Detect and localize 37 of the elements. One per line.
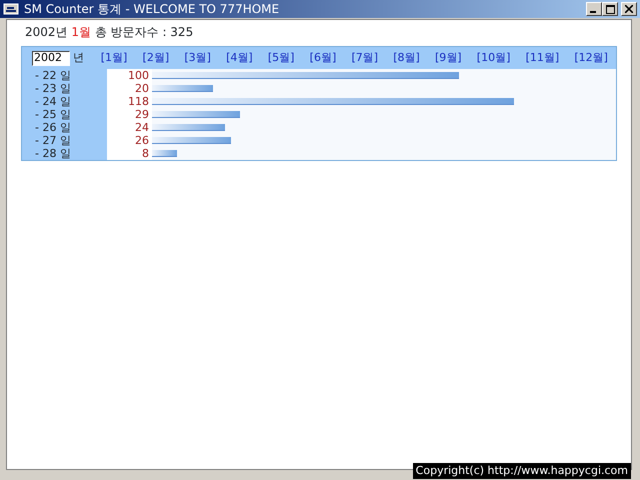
month-link[interactable]: [3월] <box>184 50 211 66</box>
close-button[interactable] <box>621 2 637 16</box>
copyright-text: Copyright(c) http://www.happycgi.com <box>412 462 631 479</box>
visit-count: 8 <box>141 147 150 160</box>
day-label: - 26 일 <box>22 121 107 134</box>
month-link[interactable]: [1월] <box>100 50 128 66</box>
visitor-summary: 2002년 1월 총 방문자수 : 325 <box>25 25 194 39</box>
minimize-button[interactable] <box>586 2 602 16</box>
maximize-button[interactable] <box>602 2 618 16</box>
month-link[interactable]: [6월] <box>310 50 336 66</box>
month-link[interactable]: [2월] <box>142 50 170 66</box>
maximize-icon <box>606 4 615 14</box>
month-link[interactable]: [11월] <box>526 50 560 66</box>
month-link[interactable]: [9월] <box>435 50 462 66</box>
visit-count: 24 <box>134 121 150 134</box>
day-label: - 24 일 <box>22 95 107 108</box>
visit-count: 26 <box>134 134 150 147</box>
visit-count: 100 <box>127 69 150 82</box>
day-label: - 23 일 <box>22 82 107 95</box>
visit-count: 118 <box>127 95 150 108</box>
day-label: - 28 일 <box>22 147 107 160</box>
app-icon <box>3 2 19 16</box>
month-link[interactable]: [7월] <box>351 50 378 66</box>
month-link[interactable]: [4월] <box>226 50 253 66</box>
month-link[interactable]: [5월] <box>268 50 294 66</box>
close-icon <box>625 5 633 13</box>
month-link[interactable]: [8월] <box>393 50 420 66</box>
year-unit: 년 <box>72 50 85 66</box>
year-field[interactable]: 2002 <box>32 50 70 66</box>
day-label: - 25 일 <box>22 108 107 121</box>
visit-count: 20 <box>134 82 150 95</box>
month-link[interactable]: [10월] <box>476 50 510 66</box>
window-title: SM Counter 통계 - WELCOME TO 777HOME <box>24 1 280 18</box>
visit-count: 29 <box>134 108 150 121</box>
month-link[interactable]: [12월] <box>574 50 608 66</box>
day-label: - 22 일 <box>22 69 107 82</box>
day-label: - 27 일 <box>22 134 107 147</box>
